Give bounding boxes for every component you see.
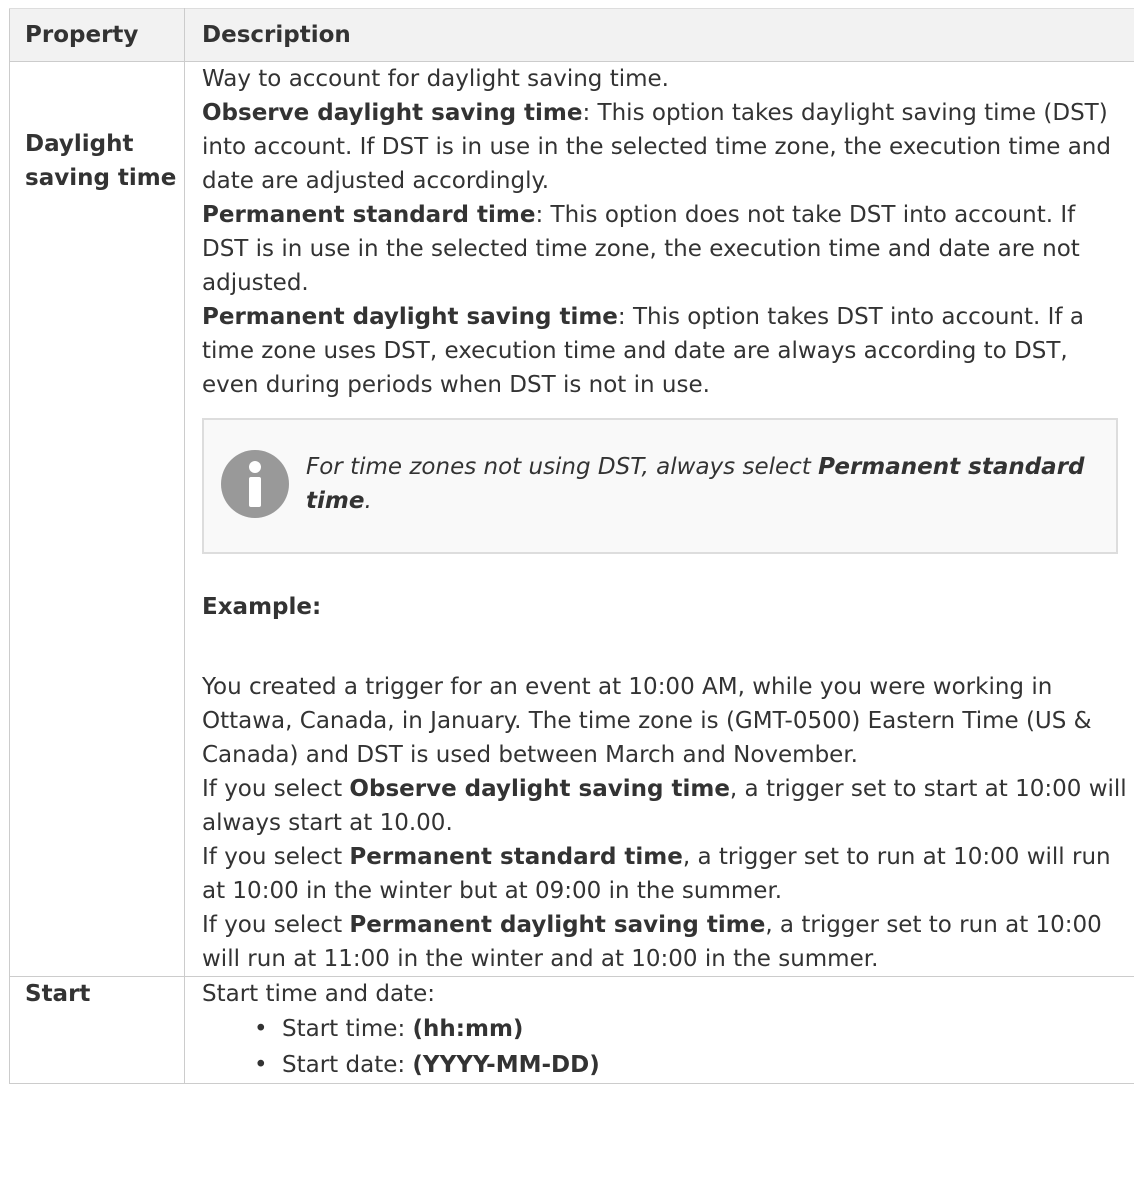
note-suffix: . (364, 488, 372, 514)
header-property: Property (9, 8, 185, 62)
case-prefix: If you select (202, 844, 350, 870)
case-term: Permanent daylight saving time (349, 912, 766, 938)
bullet: • (254, 1016, 268, 1042)
example-paragraph: You created a trigger for an event at 10… (202, 674, 1092, 768)
example-case-observe: If you select Observe daylight saving ti… (202, 772, 1128, 840)
case-term: Observe daylight saving time (349, 776, 730, 802)
note-text: For time zones not using DST, always sel… (306, 450, 1096, 518)
bullet: • (254, 1052, 268, 1078)
start-list: • Start time: (hh:mm) • Start date: (YYYY-… (202, 1011, 1128, 1083)
option-term: Permanent daylight saving time (202, 304, 618, 330)
option-permanent-standard: Permanent standard time: This option doe… (202, 198, 1128, 300)
description-intro: Way to account for daylight saving time. (202, 66, 669, 92)
table-header-row: Property Description (9, 8, 1134, 62)
option-permanent-dst: Permanent daylight saving time: This opt… (202, 300, 1128, 402)
option-observe-dst: Observe daylight saving time: This optio… (202, 96, 1128, 198)
description-cell: Start time and date: • Start time: (hh:mm… (184, 976, 1134, 1084)
case-prefix: If you select (202, 912, 350, 938)
example-heading: Example: (202, 594, 322, 620)
note-box: For time zones not using DST, always sel… (202, 418, 1118, 554)
property-cell: Daylight saving time (9, 61, 185, 977)
case-prefix: If you select (202, 776, 350, 802)
note-prefix: For time zones not using DST, always sel… (306, 454, 819, 480)
property-name: Start (25, 981, 91, 1007)
item-value: (hh:mm) (412, 1016, 524, 1042)
option-term: Observe daylight saving time (202, 100, 583, 126)
item-label: Start date: (282, 1052, 413, 1078)
property-table: Property Description Daylight saving tim… (9, 8, 1134, 1084)
info-icon (221, 450, 289, 518)
description-intro: Start time and date: (202, 981, 435, 1007)
table-row-daylight-saving-time: Daylight saving time Way to account for … (9, 61, 1134, 977)
option-term: Permanent standard time (202, 202, 536, 228)
property-cell: Start (9, 976, 185, 1084)
property-name-line1: Daylight (25, 131, 134, 157)
description-cell: Way to account for daylight saving time.… (184, 61, 1134, 977)
list-item-start-time: • Start time: (hh:mm) (254, 1011, 1128, 1047)
property-name-line2: saving time (25, 165, 177, 191)
list-item-start-date: • Start date: (YYYY-MM-DD) (254, 1047, 1128, 1083)
example-case-permanent-dst: If you select Permanent daylight saving … (202, 908, 1128, 976)
item-label: Start time: (282, 1016, 413, 1042)
item-value: (YYYY-MM-DD) (412, 1052, 600, 1078)
case-term: Permanent standard time (349, 844, 683, 870)
example-case-standard: If you select Permanent standard time, a… (202, 840, 1128, 908)
table-row-start: Start Start time and date: • Start time: … (9, 976, 1134, 1084)
header-description: Description (184, 8, 1134, 62)
